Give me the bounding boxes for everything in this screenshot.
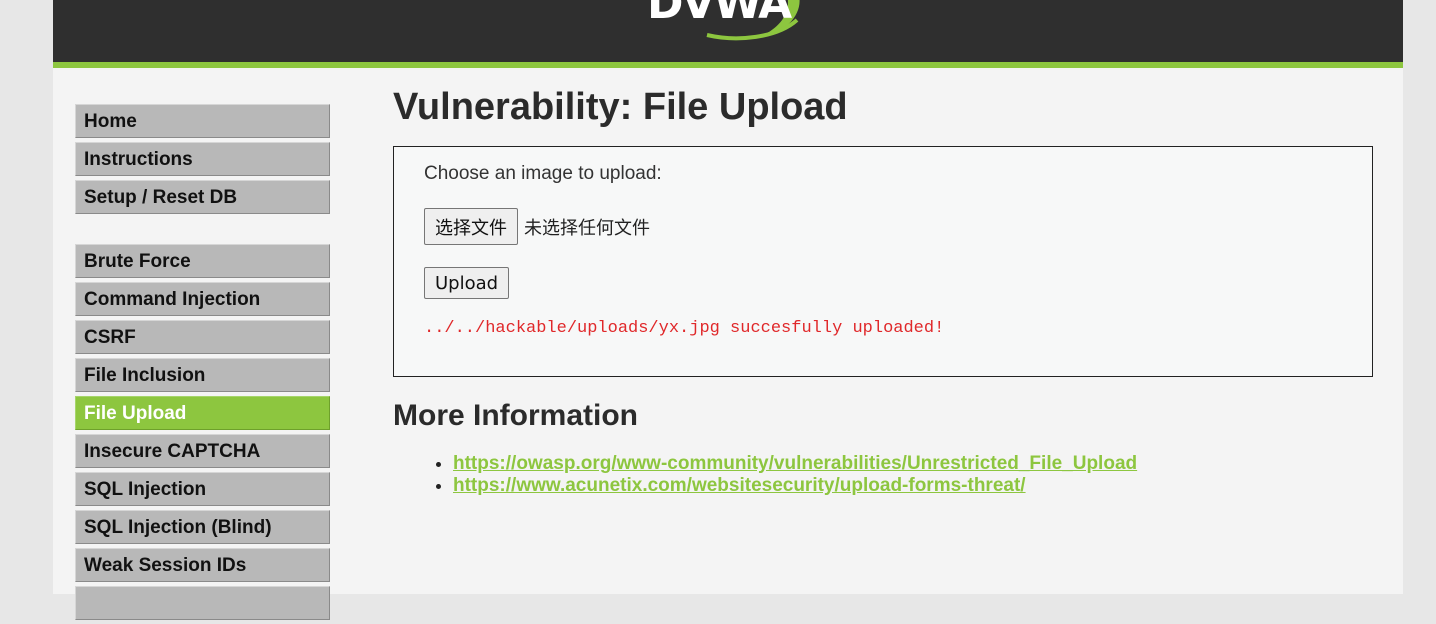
- menu-item-sql-injection[interactable]: SQL Injection: [75, 472, 330, 506]
- list-item: https://owasp.org/www-community/vulnerab…: [453, 453, 1373, 475]
- list-item: https://www.acunetix.com/websitesecurity…: [453, 475, 1373, 497]
- menu-item-file-inclusion[interactable]: File Inclusion: [75, 358, 330, 392]
- file-status-text: 未选择任何文件: [524, 217, 650, 239]
- more-information-links: https://owasp.org/www-community/vulnerab…: [393, 453, 1373, 497]
- menu-item-brute-force[interactable]: Brute Force: [75, 244, 330, 278]
- more-information-heading: More Information: [393, 399, 638, 432]
- upload-button[interactable]: Upload: [424, 267, 510, 299]
- menu-item-partial[interactable]: [75, 586, 330, 620]
- menu-item-instructions[interactable]: Instructions: [75, 142, 330, 176]
- menu-group-vulnerabilities: Brute Force Command Injection CSRF File …: [75, 244, 330, 620]
- menu-item-csrf[interactable]: CSRF: [75, 320, 330, 354]
- menu-group-general: Home Instructions Setup / Reset DB: [75, 104, 330, 214]
- header: DVWA: [53, 0, 1403, 68]
- menu-item-home[interactable]: Home: [75, 104, 330, 138]
- logo-text: DVWA: [647, 0, 792, 29]
- menu-item-sql-injection-blind[interactable]: SQL Injection (Blind): [75, 510, 330, 544]
- file-input-row: 选择文件 未选择任何文件: [424, 208, 1342, 245]
- main-content: Vulnerability: File Upload Choose an ima…: [393, 84, 1373, 497]
- upload-result-message: ../../hackable/uploads/yx.jpg succesfull…: [424, 319, 945, 338]
- menu-item-file-upload[interactable]: File Upload: [75, 396, 330, 430]
- dvwa-logo[interactable]: DVWA: [647, 0, 807, 41]
- upload-form-box: Choose an image to upload: 选择文件 未选择任何文件 …: [393, 146, 1373, 377]
- menu-item-insecure-captcha[interactable]: Insecure CAPTCHA: [75, 434, 330, 468]
- menu-item-weak-session-ids[interactable]: Weak Session IDs: [75, 548, 330, 582]
- page-title: Vulnerability: File Upload: [393, 86, 848, 128]
- owasp-link[interactable]: https://owasp.org/www-community/vulnerab…: [453, 453, 1137, 474]
- acunetix-link[interactable]: https://www.acunetix.com/websitesecurity…: [453, 475, 1026, 496]
- upload-row: Upload: [424, 267, 1342, 299]
- menu-item-command-injection[interactable]: Command Injection: [75, 282, 330, 316]
- menu-item-setup-reset-db[interactable]: Setup / Reset DB: [75, 180, 330, 214]
- upload-prompt: Choose an image to upload:: [424, 163, 662, 184]
- sidebar-menu: Home Instructions Setup / Reset DB Brute…: [75, 104, 330, 624]
- page-container: DVWA Home Instructions Setup / Reset DB …: [53, 0, 1403, 620]
- choose-file-button[interactable]: 选择文件: [424, 208, 518, 245]
